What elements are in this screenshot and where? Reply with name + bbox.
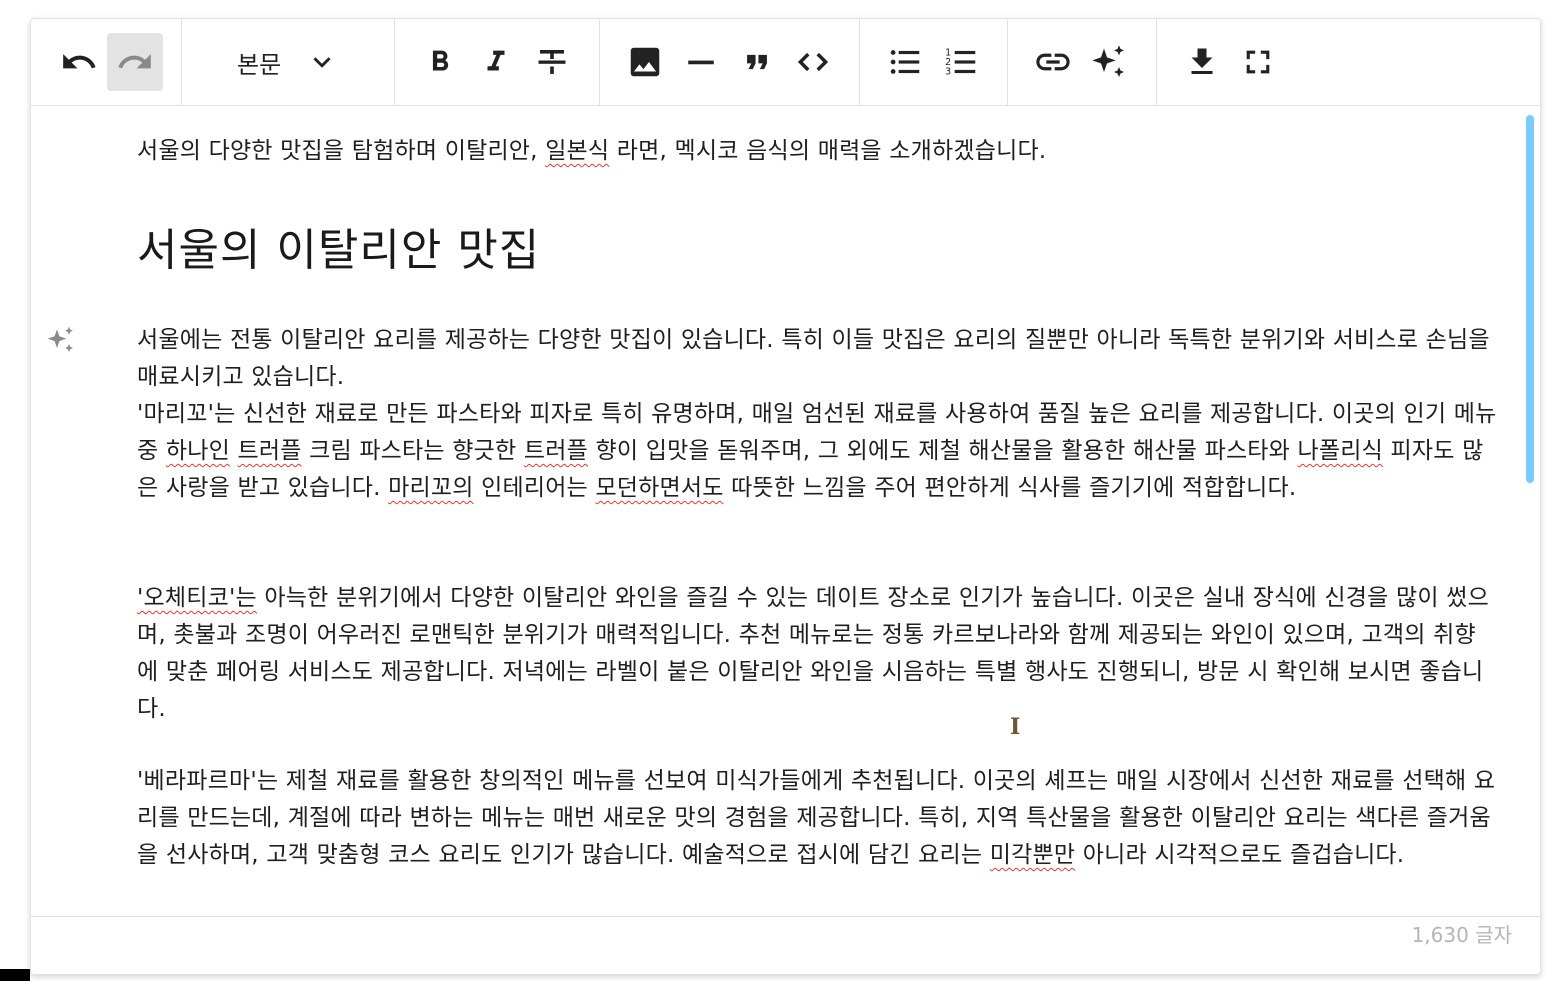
image-button[interactable] — [617, 33, 673, 91]
toolbar: 본문 1 2 3 — [31, 19, 1540, 106]
numbered-list-icon: 123 — [945, 48, 976, 78]
download-icon — [1191, 48, 1213, 74]
editor: 본문 1 2 3 서울의 다양한 맛집을 탐험하며 이탈리안, 일본식 라면, … — [30, 18, 1541, 975]
spelling-error[interactable]: 나폴리식 — [1298, 438, 1383, 464]
text-cursor-icon: I — [1010, 714, 1021, 740]
list-group: 123 — [860, 19, 1008, 105]
spelling-error[interactable]: 미각뿐만 — [990, 842, 1075, 868]
bullet-list-button[interactable] — [877, 33, 933, 91]
spelling-error[interactable]: 하나인 — [166, 438, 230, 464]
paragraph-4: '베라파르마'는 제철 재료를 활용한 창의적인 메뉴를 선보여 미식가들에게 … — [137, 763, 1497, 874]
fullscreen-button[interactable] — [1230, 33, 1286, 91]
scrollbar-thumb[interactable] — [1526, 115, 1534, 483]
block-format-label: 본문 — [237, 50, 282, 79]
undo-button[interactable] — [51, 33, 107, 91]
editor-content[interactable]: 서울의 다양한 맛집을 탐험하며 이탈리안, 일본식 라면, 멕시코 음식의 매… — [31, 106, 1540, 916]
link-icon — [1036, 53, 1070, 71]
spelling-error[interactable]: 모던하면서도 — [595, 475, 723, 501]
text-span: 따뜻한 느낌을 주어 편안하게 식사를 즐기기에 적합합니다. — [723, 475, 1297, 501]
ai-suggest-button[interactable] — [45, 324, 77, 360]
italic-icon — [487, 50, 505, 71]
code-icon — [797, 52, 829, 72]
inline-style-group — [395, 19, 600, 105]
spelling-error[interactable]: 일본식 — [545, 138, 609, 164]
block-format-select[interactable]: 본문 — [237, 33, 397, 91]
paragraph-2: '마리꼬'는 신선한 재료로 만든 파스타와 피자로 특히 유명하며, 매일 엄… — [137, 396, 1497, 507]
text-span: 인테리어는 — [473, 475, 596, 501]
download-button[interactable] — [1174, 33, 1230, 91]
text-span: 향이 입맛을 돋워주며, 그 외에도 제철 해산물을 활용한 해산물 파스타와 — [587, 438, 1298, 464]
spelling-error[interactable]: 트러플 — [524, 438, 588, 464]
ai-sparkle-icon — [47, 326, 73, 352]
intro-paragraph: 서울의 다양한 맛집을 탐험하며 이탈리안, 일본식 라면, 멕시코 음식의 매… — [137, 133, 1497, 170]
view-group — [1157, 19, 1297, 105]
bold-button[interactable] — [412, 33, 468, 91]
quote-button[interactable] — [729, 33, 785, 91]
numbered-list-button[interactable]: 123 — [933, 33, 989, 91]
italic-button[interactable] — [468, 33, 524, 91]
text-span: 서울의 다양한 맛집을 탐험하며 이탈리안, — [137, 138, 546, 164]
link-button[interactable] — [1025, 33, 1081, 91]
spelling-error[interactable]: '오체티코'는 — [137, 585, 257, 611]
section-heading: 서울의 이탈리안 맛집 — [137, 225, 541, 276]
ai-sparkle-icon — [1092, 45, 1124, 77]
link-ai-group — [1008, 19, 1157, 105]
history-group — [31, 19, 182, 105]
code-button[interactable] — [785, 33, 841, 91]
format-group: 본문 — [182, 19, 395, 105]
svg-text:3: 3 — [945, 67, 951, 78]
bullet-list-icon — [890, 50, 920, 74]
text-span: 라면, 멕시코 음식의 매력을 소개하겠습니다. — [609, 138, 1047, 164]
ai-assist-button[interactable] — [1081, 33, 1137, 91]
insert-group — [600, 19, 860, 105]
horizontal-rule-icon — [688, 60, 714, 65]
redo-button[interactable] — [107, 33, 163, 91]
text-span: 아늑한 분위기에서 다양한 이탈리안 와인을 즐길 수 있는 데이트 장소로 인… — [137, 585, 1489, 722]
word-count: 1,630 글자 — [1411, 923, 1512, 947]
text-span: 크림 파스타는 향긋한 — [301, 438, 524, 464]
quote-icon — [747, 54, 767, 70]
spelling-error[interactable]: 마리꼬의 — [388, 475, 473, 501]
fullscreen-icon — [1246, 50, 1270, 74]
text-span: 아니라 시각적으로도 즐겁습니다. — [1075, 842, 1405, 868]
status-bar: 1,630 글자 — [31, 916, 1540, 974]
undo-icon — [63, 54, 96, 69]
strikethrough-button[interactable] — [524, 33, 580, 91]
spelling-error[interactable]: 트러플 — [237, 438, 301, 464]
corner-block — [0, 969, 30, 981]
paragraph-3: '오체티코'는 아늑한 분위기에서 다양한 이탈리안 와인을 즐길 수 있는 데… — [137, 580, 1497, 728]
chevron-down-icon — [313, 57, 331, 68]
image-icon — [630, 47, 660, 77]
bold-icon — [432, 50, 449, 71]
redo-icon — [118, 54, 151, 69]
horizontal-rule-button[interactable] — [673, 33, 729, 91]
strikethrough-icon — [538, 50, 566, 74]
paragraph-1: 서울에는 전통 이탈리안 요리를 제공하는 다양한 맛집이 있습니다. 특히 이… — [137, 327, 1490, 390]
